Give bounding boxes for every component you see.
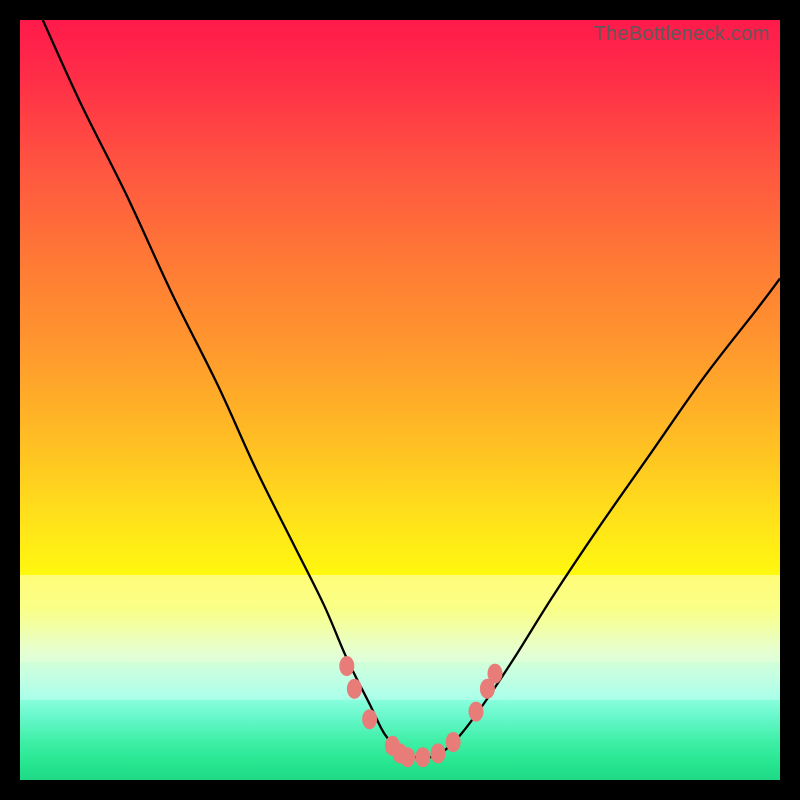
- marker-point: [431, 743, 446, 763]
- marker-point: [446, 732, 461, 752]
- marker-point: [488, 664, 503, 684]
- watermark-text: TheBottleneck.com: [594, 23, 770, 46]
- bottleneck-curve-svg: [20, 20, 780, 780]
- highlight-markers: [339, 656, 502, 767]
- bottleneck-curve: [43, 20, 780, 758]
- marker-point: [339, 656, 354, 676]
- marker-point: [347, 679, 362, 699]
- marker-point: [362, 709, 377, 729]
- marker-point: [415, 747, 430, 767]
- marker-point: [400, 747, 415, 767]
- marker-point: [469, 702, 484, 722]
- plot-area: TheBottleneck.com: [20, 20, 780, 780]
- chart-frame: TheBottleneck.com: [0, 0, 800, 800]
